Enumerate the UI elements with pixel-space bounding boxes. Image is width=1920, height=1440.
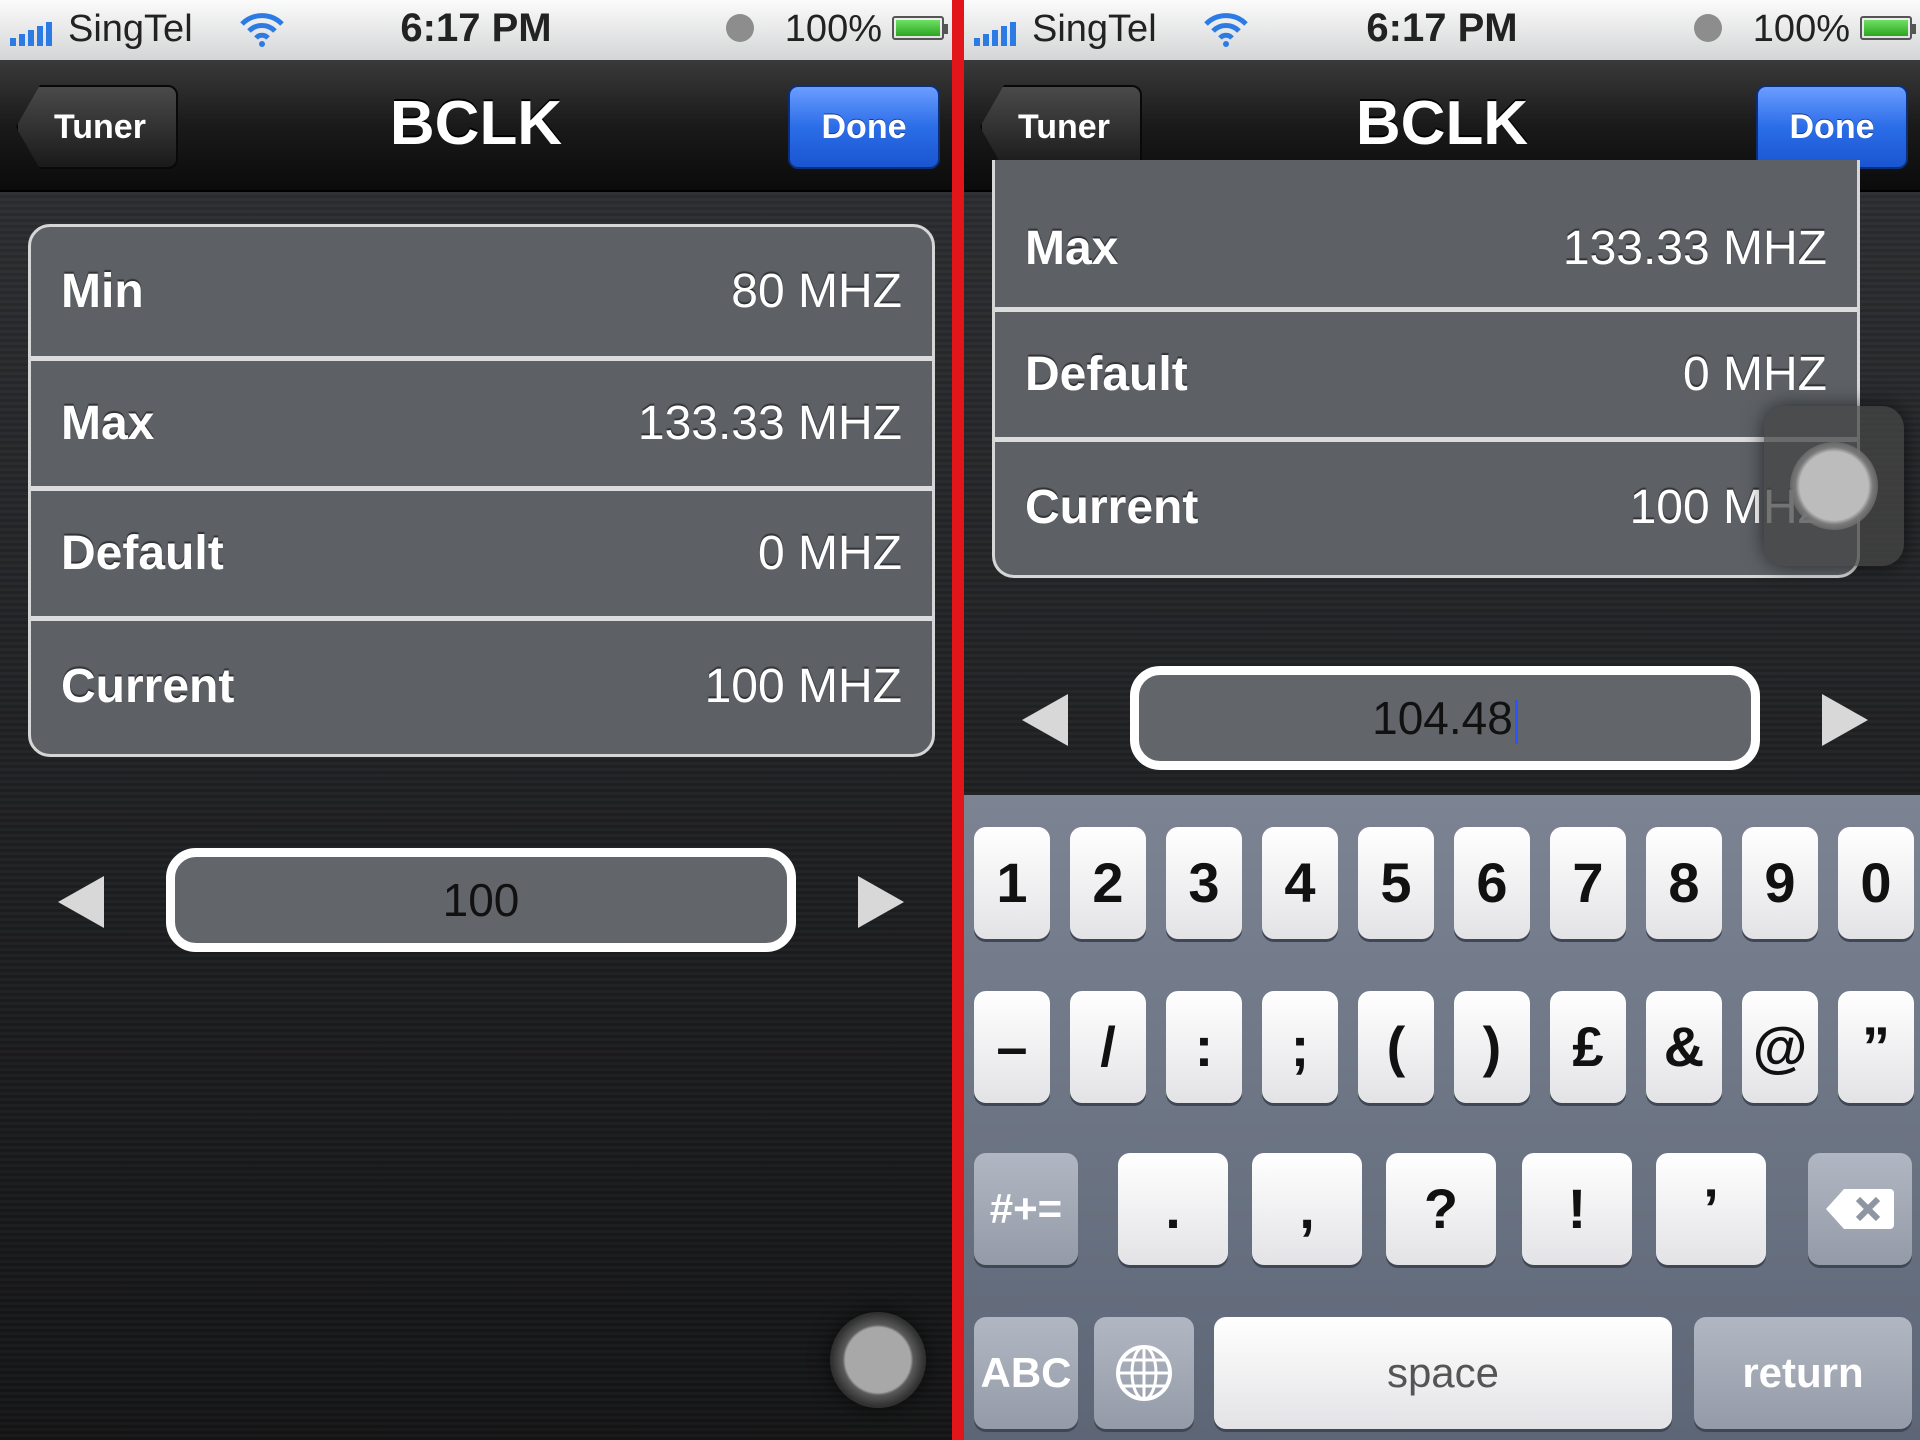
status-bar: SingTel 6:17 PM 100% — [0, 0, 952, 60]
key-open-paren[interactable]: ( — [1358, 991, 1434, 1103]
key-at[interactable]: @ — [1742, 991, 1818, 1103]
done-button[interactable]: Done — [1756, 85, 1908, 169]
increment-arrow-icon[interactable] — [858, 876, 904, 928]
row-label: Default — [61, 527, 224, 580]
return-key[interactable]: return — [1694, 1317, 1912, 1429]
key-semicolon[interactable]: ; — [1262, 991, 1338, 1103]
key-close-paren[interactable]: ) — [1454, 991, 1530, 1103]
row-label: Max — [61, 397, 155, 450]
row-value: 0 MHZ — [1683, 348, 1827, 401]
key-8[interactable]: 8 — [1646, 827, 1722, 939]
key-dash[interactable]: – — [974, 991, 1050, 1103]
key-3[interactable]: 3 — [1166, 827, 1242, 939]
info-table: Max 133.33 MHZ Default 0 MHZ Current 100 MH… — [992, 160, 1860, 578]
key-question[interactable]: ? — [1386, 1153, 1496, 1265]
key-7[interactable]: 7 — [1550, 827, 1626, 939]
divider — [952, 0, 964, 1440]
row-label: Default — [1025, 348, 1188, 401]
clock-icon — [1694, 14, 1722, 42]
row-value: 133.33 MHZ — [637, 397, 902, 450]
key-slash[interactable]: / — [1070, 991, 1146, 1103]
key-5[interactable]: 5 — [1358, 827, 1434, 939]
increment-arrow-icon[interactable] — [1822, 694, 1868, 746]
row-default: Default 0 MHZ — [995, 312, 1857, 442]
key-0[interactable]: 0 — [1838, 827, 1914, 939]
battery-percent: 100% — [784, 8, 882, 50]
row-label: Current — [61, 659, 235, 713]
info-table: Min 80 MHZ Max 133.33 MHZ Default 0 MHZ Cur… — [28, 224, 935, 757]
symbols-key[interactable]: #+= — [974, 1153, 1078, 1265]
navigation-bar: Tuner BCLK Done — [0, 60, 952, 192]
text-cursor — [1514, 699, 1518, 744]
key-9[interactable]: 9 — [1742, 827, 1818, 939]
row-current: Current 100 MHZ — [995, 442, 1857, 572]
key-comma[interactable]: , — [1252, 1153, 1362, 1265]
backspace-key[interactable] — [1808, 1153, 1912, 1265]
battery-icon — [1860, 16, 1916, 40]
key-colon[interactable]: : — [1166, 991, 1242, 1103]
value-input[interactable]: 100 — [166, 848, 796, 952]
row-label: Current — [1025, 480, 1199, 534]
key-period[interactable]: . — [1118, 1153, 1228, 1265]
space-key[interactable]: space — [1214, 1317, 1672, 1429]
row-label: Min — [61, 265, 144, 318]
key-4[interactable]: 4 — [1262, 827, 1338, 939]
row-default: Default 0 MHZ — [31, 491, 932, 621]
assistive-touch-icon[interactable] — [830, 1312, 926, 1408]
battery-icon — [892, 16, 948, 40]
decrement-arrow-icon[interactable] — [58, 876, 104, 928]
row-value: 80 MHZ — [731, 265, 902, 318]
row-value: 0 MHZ — [758, 527, 902, 580]
key-exclamation[interactable]: ! — [1522, 1153, 1632, 1265]
row-label: Max — [1025, 222, 1119, 275]
row-value: 100 MHZ — [704, 659, 902, 713]
row-value: 133.33 MHZ — [1562, 222, 1827, 275]
assistive-touch-icon[interactable] — [1764, 406, 1904, 566]
row-current: Current 100 MHZ — [31, 621, 932, 751]
key-ampersand[interactable]: & — [1646, 991, 1722, 1103]
key-apostrophe[interactable]: ’ — [1656, 1153, 1766, 1265]
right-screen: SingTel 6:17 PM 100% Tuner BCLK Done Max… — [964, 0, 1920, 1440]
clock-icon — [726, 14, 754, 42]
decrement-arrow-icon[interactable] — [1022, 694, 1068, 746]
key-quote[interactable]: ” — [1838, 991, 1914, 1103]
globe-icon — [1116, 1345, 1172, 1401]
row-max: Max 133.33 MHZ — [995, 160, 1857, 312]
row-min: Min 80 MHZ — [31, 227, 932, 361]
battery-percent: 100% — [1752, 8, 1850, 50]
status-bar: SingTel 6:17 PM 100% — [964, 0, 1920, 60]
backspace-icon — [1826, 1189, 1894, 1229]
abc-key[interactable]: ABC — [974, 1317, 1078, 1429]
key-pound[interactable]: £ — [1550, 991, 1626, 1103]
key-1[interactable]: 1 — [974, 827, 1050, 939]
done-button[interactable]: Done — [788, 85, 940, 169]
value-input[interactable]: 104.48 — [1130, 666, 1760, 770]
value-input-text: 104.48 — [1372, 692, 1513, 744]
left-screen: SingTel 6:17 PM 100% Tuner BCLK Done Min… — [0, 0, 952, 1440]
row-max: Max 133.33 MHZ — [31, 361, 932, 491]
key-2[interactable]: 2 — [1070, 827, 1146, 939]
globe-key[interactable] — [1094, 1317, 1194, 1429]
keyboard: 1 2 3 4 5 6 7 8 9 0 – / : ; ( ) £ & @ ” … — [964, 795, 1920, 1440]
key-6[interactable]: 6 — [1454, 827, 1530, 939]
